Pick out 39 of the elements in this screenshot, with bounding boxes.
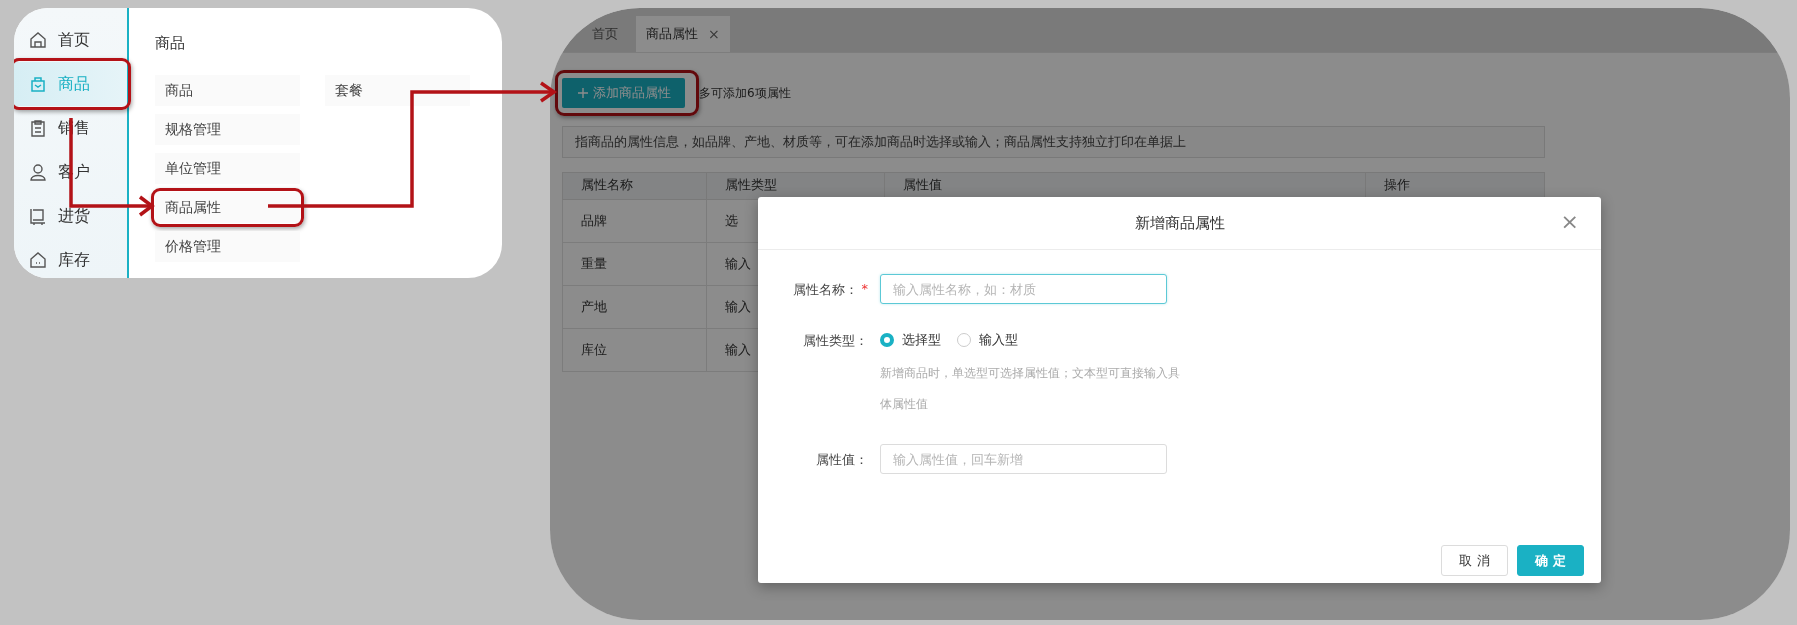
close-button[interactable]: × (1556, 209, 1583, 234)
column-header: 属性值 (884, 172, 1366, 200)
table-cell: 重量 (562, 242, 707, 286)
radio-label[interactable]: 输入型 (979, 331, 1018, 349)
sidebar-item[interactable]: 库存 (14, 238, 127, 278)
column-header: 属性类型 (706, 172, 885, 200)
submenu-item[interactable]: 商品属性 (155, 192, 300, 223)
input-field[interactable]: 输入属性名称，如：材质 (880, 274, 1167, 304)
person-icon (28, 162, 48, 182)
table-cell: 库位 (562, 328, 707, 372)
house-icon (28, 250, 48, 270)
limit-note: 多可添加6项属性 (699, 84, 791, 102)
radio-button[interactable] (880, 333, 894, 347)
field-label: 属性类型： (803, 332, 868, 350)
submenu-item[interactable]: 价格管理 (155, 231, 300, 262)
sidebar-item[interactable]: 进货 (14, 194, 127, 238)
column-header: 操作 (1365, 172, 1545, 200)
dialog-title: 新增商品属性 (1134, 213, 1225, 233)
field-label: 属性值： (816, 451, 868, 469)
submenu-title: 商品 (155, 34, 185, 54)
clipboard-icon (28, 118, 48, 138)
submenu-item[interactable]: 套餐 (325, 75, 470, 106)
tab[interactable]: 商品属性 × (636, 16, 730, 52)
column-header: 属性名称 (562, 172, 707, 200)
sidebar-item[interactable]: 首页 (14, 18, 127, 62)
radio-button[interactable] (957, 333, 971, 347)
house-icon (28, 30, 48, 50)
info-text: 指商品的属性信息，如品牌、产地、材质等，可在添加商品时选择或输入；商品属性支持独立打印在单据上 (575, 133, 1186, 151)
cancel-button[interactable]: 取 消 (1441, 545, 1508, 576)
radio-label[interactable]: 选择型 (902, 331, 941, 349)
submenu-item[interactable]: 商品 (155, 75, 300, 106)
input-field[interactable]: 输入属性值，回车新增 (880, 444, 1167, 474)
board-icon (28, 206, 48, 226)
submenu-item[interactable]: 单位管理 (155, 153, 300, 184)
table-cell: 品牌 (562, 199, 707, 243)
submenu-item[interactable]: 规格管理 (155, 114, 300, 145)
plus-icon (576, 87, 589, 99)
bag-icon (28, 74, 48, 94)
table-cell: 产地 (562, 285, 707, 329)
